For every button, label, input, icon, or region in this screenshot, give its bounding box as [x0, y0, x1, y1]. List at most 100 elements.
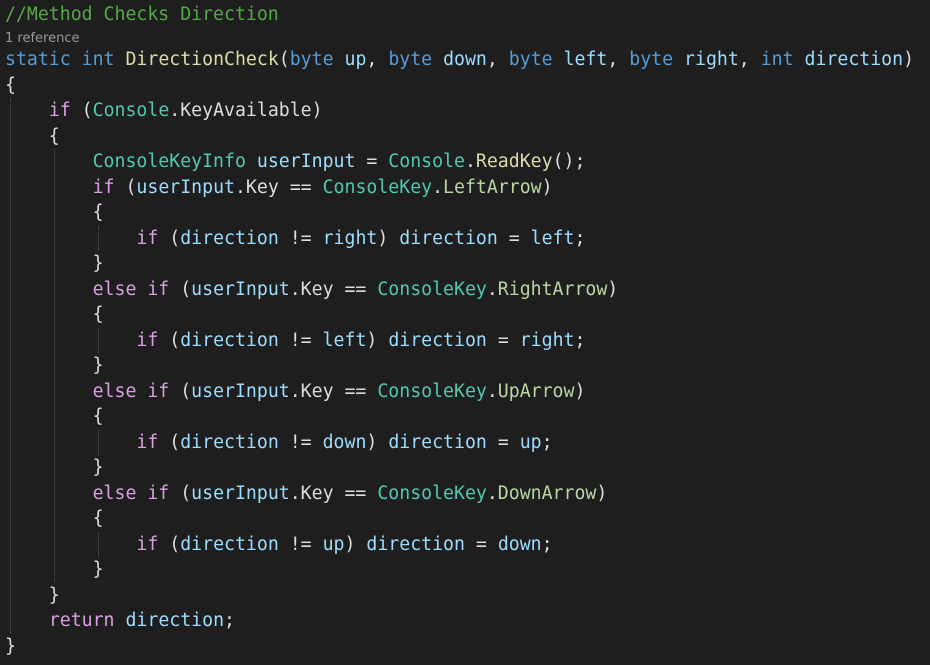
identifier-token: left: [530, 227, 575, 249]
plain-token: ): [366, 329, 389, 351]
code-line[interactable]: {: [5, 124, 60, 150]
identifier-token: direction: [180, 533, 279, 555]
plain-token: ,: [607, 49, 630, 70]
code-line[interactable]: {: [5, 73, 16, 99]
code-line[interactable]: }: [5, 583, 60, 609]
identifier-token: direction: [366, 533, 465, 555]
plain-token: (: [278, 49, 290, 70]
code-line-comment[interactable]: //Method Checks Direction: [5, 2, 279, 28]
identifier-token: right: [684, 49, 739, 70]
plain-token: {: [5, 125, 60, 147]
plain-token: !=: [278, 227, 323, 249]
indent-guide: [98, 225, 99, 251]
code-line[interactable]: if (Console.KeyAvailable): [5, 98, 323, 124]
identifier-token: direction: [180, 227, 279, 249]
plain-token: (: [158, 329, 181, 351]
plain-token: .: [432, 176, 444, 198]
plain-token: =: [497, 227, 531, 249]
plain-token: !=: [278, 533, 323, 555]
identifier-token: userInput: [256, 151, 356, 172]
identifier-token: right: [519, 329, 575, 351]
plain-token: !=: [278, 431, 323, 453]
control-keyword-token: if: [136, 533, 159, 555]
plain-token: ,: [486, 49, 509, 70]
code-line[interactable]: if (direction != up) direction = down;: [5, 532, 552, 558]
plain-token: =: [355, 151, 389, 172]
identifier-token: userInput: [136, 176, 235, 198]
control-keyword-token: if: [48, 100, 71, 121]
plain-token: ): [903, 49, 915, 70]
control-keyword-token: else if: [92, 278, 170, 300]
plain-token: (: [169, 482, 192, 504]
type-token: ConsoleKey: [322, 176, 433, 198]
plain-token: =: [486, 329, 520, 351]
plain-token: .: [486, 380, 498, 402]
identifier-token: direction: [804, 49, 904, 70]
control-keyword-token: if: [136, 431, 159, 453]
code-line-method-signature[interactable]: static int DirectionCheck(byte up, byte …: [5, 47, 914, 73]
code-line[interactable]: return direction;: [5, 608, 235, 634]
code-line[interactable]: ConsoleKeyInfo userInput = Console.ReadK…: [5, 149, 586, 175]
identifier-token: left: [563, 49, 608, 70]
code-line[interactable]: if (direction != right) direction = left…: [5, 226, 585, 252]
code-editor[interactable]: //Method Checks Direction 1 reference st…: [0, 0, 930, 665]
plain-token: .Key ==: [289, 278, 378, 300]
plain-token: (: [158, 227, 181, 249]
plain-token: ;: [541, 431, 553, 453]
codelens-references[interactable]: 1 reference: [5, 29, 79, 49]
code-line[interactable]: if (userInput.Key == ConsoleKey.LeftArro…: [5, 175, 553, 201]
indent-guide: [98, 327, 99, 353]
enum-member-token: LeftArrow: [443, 176, 542, 198]
identifier-token: direction: [180, 431, 279, 453]
type-token: Console: [92, 100, 170, 121]
plain-token: ): [366, 431, 389, 453]
code-line[interactable]: else if (userInput.Key == ConsoleKey.Dow…: [5, 481, 608, 507]
identifier-token: up: [519, 431, 542, 453]
plain-token: (: [70, 100, 93, 121]
keyword-token: byte: [388, 49, 433, 70]
type-token: ConsoleKey: [377, 482, 487, 504]
plain-token: =: [486, 431, 520, 453]
identifier-token: userInput: [191, 482, 290, 504]
identifier-token: userInput: [191, 380, 290, 402]
identifier-token: right: [322, 227, 378, 249]
code-line[interactable]: else if (userInput.Key == ConsoleKey.Rig…: [5, 277, 619, 303]
plain-token: ): [574, 380, 586, 402]
control-keyword-token: if: [136, 227, 159, 249]
code-line[interactable]: if (direction != left) direction = right…: [5, 328, 585, 354]
code-line[interactable]: else if (userInput.Key == ConsoleKey.UpA…: [5, 379, 586, 405]
plain-token: .: [486, 278, 498, 300]
control-keyword-token: else if: [92, 380, 170, 402]
plain-token: ,: [366, 49, 389, 70]
plain-token: }: [5, 635, 16, 657]
keyword-token: byte: [508, 49, 553, 70]
keyword-token: byte: [289, 49, 334, 70]
code-line[interactable]: }: [5, 634, 16, 660]
plain-token: (: [158, 431, 181, 453]
plain-token: .: [486, 482, 498, 504]
control-keyword-token: if: [136, 329, 159, 351]
plain-token: ;: [574, 329, 586, 351]
code-line[interactable]: if (direction != down) direction = up;: [5, 430, 553, 456]
plain-token: (: [169, 380, 192, 402]
method-token: DirectionCheck: [125, 49, 279, 70]
method-token: ReadKey: [475, 151, 553, 172]
identifier-token: direction: [180, 329, 279, 351]
plain-token: ): [607, 278, 619, 300]
identifier-token: down: [497, 533, 542, 555]
identifier-token: left: [322, 329, 367, 351]
